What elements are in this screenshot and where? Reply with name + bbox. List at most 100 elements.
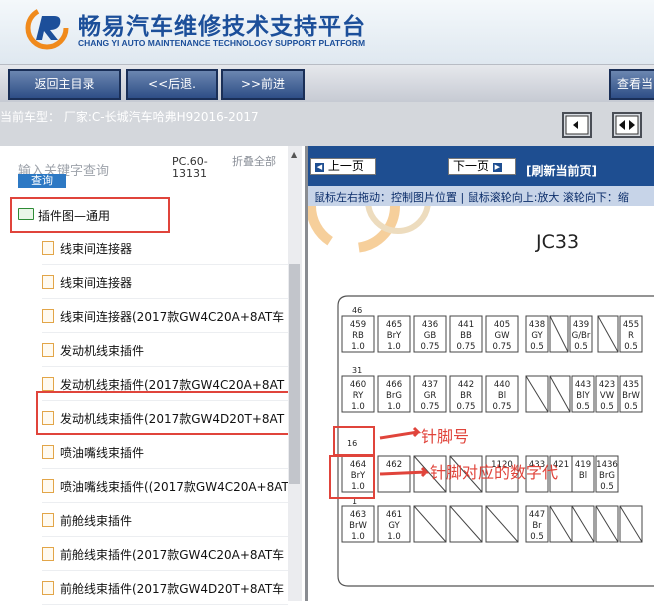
connector-svg: JC33 459RB1.0465BrY1.0436GB0.75441BB0.75… [308,206,654,587]
pin-c: RB [352,331,364,341]
sidebar: 输入关键字查询 查询 PC.60-13131 折叠全部 插件图—通用 线束间连接… [0,146,302,605]
pin-cell: 447Br0.5 [525,505,549,543]
pin-cell: 440Bl0.75 [485,375,519,413]
pin-n: 465 [386,320,402,330]
pin-c: BrG [386,391,402,401]
pin-c: BB [460,331,472,341]
refresh-link[interactable]: [刷新当前页] [526,162,597,179]
pin-c: BrW [349,521,367,531]
tree-item[interactable]: 喷油嘴线束插件((2017款GW4C20A+8AT [42,469,289,503]
pin-n: 443 [575,380,591,390]
pin-n: 464 [350,460,366,470]
document-icon [42,581,54,595]
tree-item-label: 线束间连接器 [60,242,133,256]
pin-n: 437 [422,380,438,390]
pin-n: 435 [623,380,639,390]
pin-cell: 438GY0.5 [525,315,549,353]
pin-s: 0.75 [493,342,512,352]
scroll-up-arrow-icon[interactable]: ▲ [291,150,297,159]
pin-n: 405 [494,320,510,330]
pin-n: 441 [458,320,474,330]
pin-cell: 1436BrG0.5 [595,455,619,493]
connector-diagram[interactable]: JC33 459 RB 1.0 465 BrY 1.0 436 GB 0.75 441 BB 0.75… [308,206,654,601]
pin-n: 466 [386,380,402,390]
prev-label: 上一页 [327,159,364,173]
connector-id: JC33 [535,231,579,253]
pin-cell: 439G/Br0.5 [569,315,593,353]
row-header-31: 31 [352,366,362,375]
tree-item[interactable]: 前舱线束插件(2017款GW4D20T+8AT车 [42,571,288,605]
pin-n: 455 [623,320,639,330]
pin-n: 461 [386,510,402,520]
search-button[interactable]: 查询 [18,174,66,188]
pin-n: 440 [494,380,510,390]
pin-s: 0.5 [600,402,614,412]
pin-s: 1.0 [351,402,365,412]
pin-n: 436 [422,320,438,330]
pin-s: 0.5 [530,342,544,352]
pin-c: GY [531,331,543,341]
actual-size-button[interactable] [612,112,642,138]
collapse-all-link[interactable]: 折叠全部 [232,156,280,168]
pin-cell [549,505,573,543]
tree-item-label: 前舱线束插件(2017款GW4C20A+8AT车 [60,548,285,562]
pin-s: 1.0 [387,402,401,412]
tree-root-item[interactable]: 插件图—通用 [38,207,110,224]
pin-cell [525,375,549,413]
prev-page-button[interactable]: ◀ 上一页 [310,158,376,175]
pin-c: VW [600,391,615,401]
pin-s: 0.75 [457,342,476,352]
pin-c: BR [460,391,472,401]
next-page-button[interactable]: 下一页 ▶ [448,158,516,175]
tree-item-label: 前舱线束插件 [60,514,133,528]
nav-bar: 返回主目录 <<后退. >>前进 查看当 [0,64,654,102]
tree-item[interactable]: 发动机线束插件 [42,333,288,367]
tree-item[interactable]: 前舱线束插件 [42,503,288,537]
back-button[interactable]: <<后退. [126,69,218,100]
pin-s: 0.75 [457,402,476,412]
document-icon [42,513,54,527]
tree-item-label: 前舱线束插件(2017款GW4D20T+8AT车 [60,582,285,596]
tree-item[interactable]: 前舱线束插件(2017款GW4C20A+8AT车 [42,537,288,571]
current-model: 当前车型： 厂家:C-长城汽车哈弗H92016-2017 [0,110,259,124]
pin-s: 0.75 [421,402,440,412]
arrow-right-icon: ▶ [492,163,502,172]
forward-button[interactable]: >>前进 [221,69,305,100]
selected-item-highlight [36,391,290,435]
pin-c: BrY [387,331,402,341]
tree-item[interactable]: 线束间连接器 [42,231,288,265]
fit-page-button[interactable] [562,112,592,138]
pin-cell: 455R0.5 [619,315,643,353]
tree-item[interactable]: 线束间连接器 [42,265,288,299]
tree-item-label: 线束间连接器 [60,276,133,290]
scrollbar-thumb[interactable] [289,264,300,484]
tree-item-label: 喷油嘴线束插件((2017款GW4C20A+8AT [60,480,289,494]
document-icon [42,343,54,357]
arrow-left-annotation-icon [379,426,422,440]
pin-c: GR [424,391,437,401]
document-icon [42,445,54,459]
view-button[interactable]: 查看当 [609,69,654,100]
document-icon [42,275,54,289]
annotation-pin-number: 针脚号 [421,427,469,446]
home-button[interactable]: 返回主目录 [8,69,121,100]
pin-cell: 435BrW0.5 [619,375,643,413]
hint-text: 鼠标左右拖动：控制图片位置 | 鼠标滚轮向上:放大 滚轮向下：缩 [314,191,629,204]
pin-cell [595,505,619,543]
pin-cell [549,375,571,413]
pin-cell: 466BrG1.0 [377,375,411,413]
watermark-logo [308,206,431,253]
tree-item-label: 线束间连接器(2017款GW4C20A+8AT车 [60,310,285,324]
document-icon [42,377,54,391]
pin-s: 0.75 [493,402,512,412]
pin-c: BlY [576,391,590,401]
tree-item[interactable]: 线束间连接器(2017款GW4C20A+8AT车 [42,299,288,333]
pin-cell [549,315,569,353]
document-icon [42,241,54,255]
tree-item[interactable]: 喷油嘴线束插件 [42,435,288,469]
pin-n: 439 [573,320,589,330]
pin-n: 462 [386,460,402,470]
pin-s: 1.0 [351,482,365,492]
pin-n: 460 [350,380,366,390]
row-header-16: 16 [347,439,357,448]
